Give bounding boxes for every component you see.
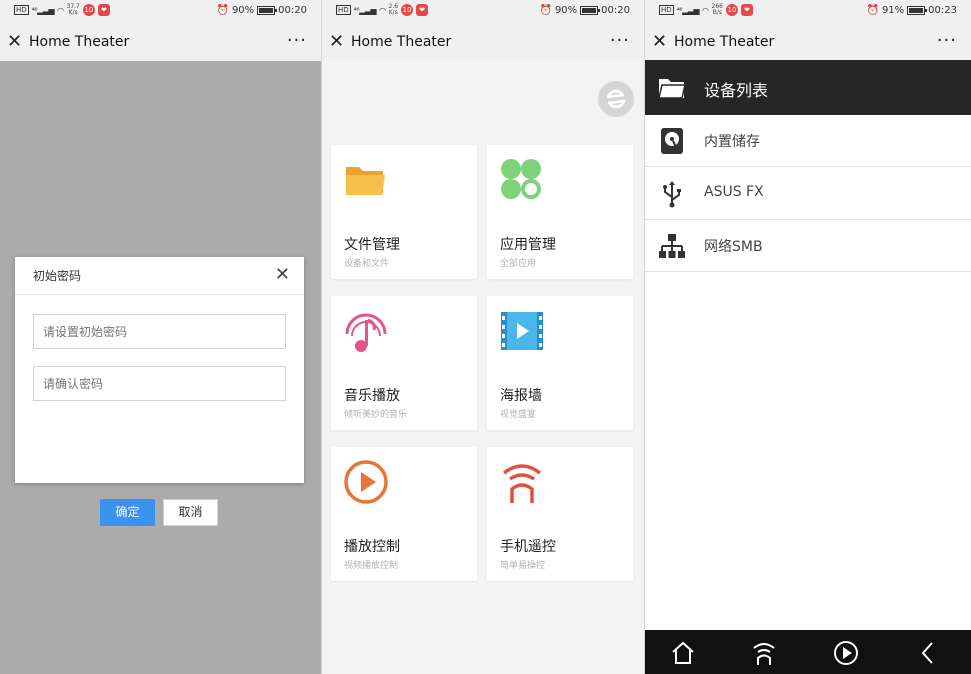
card-title: 应用管理 xyxy=(500,237,556,253)
device-label: 网络SMB xyxy=(704,239,763,255)
page-title: Home Theater xyxy=(29,34,130,50)
confirm-password-input[interactable] xyxy=(33,366,286,401)
net-speed: 2.6 K/s xyxy=(388,3,399,16)
clover-icon xyxy=(501,159,541,199)
alarm-icon: ⏰ xyxy=(216,5,229,16)
more-icon[interactable]: ··· xyxy=(937,30,957,51)
folder-icon xyxy=(346,167,385,195)
clock: 00:20 xyxy=(278,5,307,16)
dialog-header: 初始密码 ✕ xyxy=(15,257,304,295)
card-music-player[interactable]: 音乐播放 倾听美妙的音乐 xyxy=(331,296,477,430)
title-bar: ✕ Home Theater ··· xyxy=(322,24,644,61)
signal-icon: ⁴⁶▂▃▅ xyxy=(31,5,55,15)
app-badge-icon: ❤ xyxy=(416,4,429,16)
net-speed: 266 B/s xyxy=(711,3,723,16)
network-icon xyxy=(659,234,685,258)
clock: 00:20 xyxy=(601,5,630,16)
battery-percent: 91% xyxy=(881,5,905,16)
device-list-title: 设备列表 xyxy=(704,81,769,100)
battery-percent: 90% xyxy=(554,5,578,16)
signal-icon: ⁴⁶▂▃▅ xyxy=(676,5,700,15)
signal-icon: ⁴⁶▂▃▅ xyxy=(353,5,377,15)
close-icon[interactable]: ✕ xyxy=(652,32,667,52)
card-subtitle: 设备和文件 xyxy=(344,259,390,269)
battery-icon xyxy=(907,6,928,15)
app-badge-icon: ❤ xyxy=(740,4,753,16)
status-bar: HD ⁴⁶▂▃▅ ◠ 266 B/s 10 ❤ ⏰ 91% 00:23 xyxy=(645,0,971,24)
card-subtitle: 视觉盛宴 xyxy=(500,410,537,420)
hd-icon: HD xyxy=(336,5,351,15)
music-icon xyxy=(345,313,387,352)
card-subtitle: 倾听美妙的音乐 xyxy=(344,410,408,420)
close-icon[interactable]: ✕ xyxy=(329,32,344,52)
device-item-network-smb[interactable]: 网络SMB xyxy=(645,220,971,272)
card-title: 手机遥控 xyxy=(500,539,556,555)
bottom-nav xyxy=(645,630,971,674)
film-icon xyxy=(501,312,543,350)
device-label: 内置储存 xyxy=(704,134,760,150)
device-label: ASUS FX xyxy=(704,184,764,200)
battery-percent: 90% xyxy=(231,5,255,16)
play-icon xyxy=(344,460,388,504)
card-title: 文件管理 xyxy=(344,237,400,253)
battery-icon xyxy=(257,6,278,15)
hd-icon: HD xyxy=(659,5,674,15)
more-icon[interactable]: ··· xyxy=(287,30,307,51)
screen-home: HD ⁴⁶▂▃▅ ◠ 2.6 K/s 10 ❤ ⏰ 90% 00:20 ✕ Hom… xyxy=(322,0,644,674)
wifi-icon: ◠ xyxy=(57,5,64,15)
alarm-icon: ⏰ xyxy=(866,5,879,16)
screen-password-dialog: HD ⁴⁶▂▃▅ ◠ 37.7 K/s 10 ❤ ⏰ 90% 00:20 ✕ Ho… xyxy=(0,0,321,674)
sync-icon xyxy=(606,89,626,109)
wifi-icon: ◠ xyxy=(702,5,709,15)
dialog-title: 初始密码 xyxy=(33,269,82,283)
card-phone-remote[interactable]: 手机遥控 简单易操控 xyxy=(487,447,633,581)
card-file-manager[interactable]: 文件管理 设备和文件 xyxy=(331,145,477,279)
confirm-button[interactable]: 确定 xyxy=(100,499,155,526)
remote-icon[interactable] xyxy=(751,640,777,666)
card-poster-wall[interactable]: 海报墙 视觉盛宴 xyxy=(487,296,633,430)
card-playback-control[interactable]: 播放控制 视频播放控制 xyxy=(331,447,477,581)
status-bar: HD ⁴⁶▂▃▅ ◠ 2.6 K/s 10 ❤ ⏰ 90% 00:20 xyxy=(322,0,644,24)
card-app-manager[interactable]: 应用管理 全部应用 xyxy=(487,145,633,279)
card-subtitle: 简单易操控 xyxy=(500,561,546,571)
dialog-close-icon[interactable]: ✕ xyxy=(275,264,290,285)
device-list-header: 设备列表 xyxy=(645,60,971,115)
card-title: 音乐播放 xyxy=(344,388,400,404)
notification-badge: 10 xyxy=(401,4,414,16)
battery-icon xyxy=(580,6,601,15)
page-title: Home Theater xyxy=(351,34,452,50)
device-item-asus-fx[interactable]: ASUS FX xyxy=(645,168,971,220)
device-item-internal-storage[interactable]: 内置储存 xyxy=(645,115,971,167)
back-icon[interactable] xyxy=(915,640,941,666)
more-icon[interactable]: ··· xyxy=(610,30,630,51)
hard-drive-icon xyxy=(661,128,683,154)
initial-password-dialog: 初始密码 ✕ xyxy=(15,257,304,483)
notification-badge: 10 xyxy=(82,4,95,16)
status-bar: HD ⁴⁶▂▃▅ ◠ 37.7 K/s 10 ❤ ⏰ 90% 00:20 xyxy=(0,0,321,24)
remote-icon xyxy=(502,464,542,503)
title-bar: ✕ Home Theater ··· xyxy=(0,24,321,61)
notification-badge: 10 xyxy=(725,4,738,16)
screen-device-list: HD ⁴⁶▂▃▅ ◠ 266 B/s 10 ❤ ⏰ 91% 00:23 ✕ Hom… xyxy=(645,0,971,674)
usb-icon xyxy=(663,181,681,208)
app-badge-icon: ❤ xyxy=(97,4,110,16)
password-input[interactable] xyxy=(33,314,286,349)
title-bar: ✕ Home Theater ··· xyxy=(645,24,971,61)
card-title: 海报墙 xyxy=(500,388,542,404)
card-subtitle: 全部应用 xyxy=(500,259,537,269)
cancel-button[interactable]: 取消 xyxy=(163,499,218,526)
home-icon[interactable] xyxy=(670,640,696,666)
clock: 00:23 xyxy=(928,5,957,16)
close-icon[interactable]: ✕ xyxy=(7,32,22,52)
play-icon[interactable] xyxy=(833,640,859,666)
net-speed: 37.7 K/s xyxy=(66,3,80,16)
alarm-icon: ⏰ xyxy=(539,5,552,16)
hd-icon: HD xyxy=(14,5,29,15)
card-subtitle: 视频播放控制 xyxy=(344,561,399,571)
folder-icon xyxy=(658,79,686,99)
wifi-icon: ◠ xyxy=(379,5,386,15)
card-title: 播放控制 xyxy=(344,539,400,555)
page-title: Home Theater xyxy=(674,34,775,50)
sync-button[interactable] xyxy=(598,81,634,117)
